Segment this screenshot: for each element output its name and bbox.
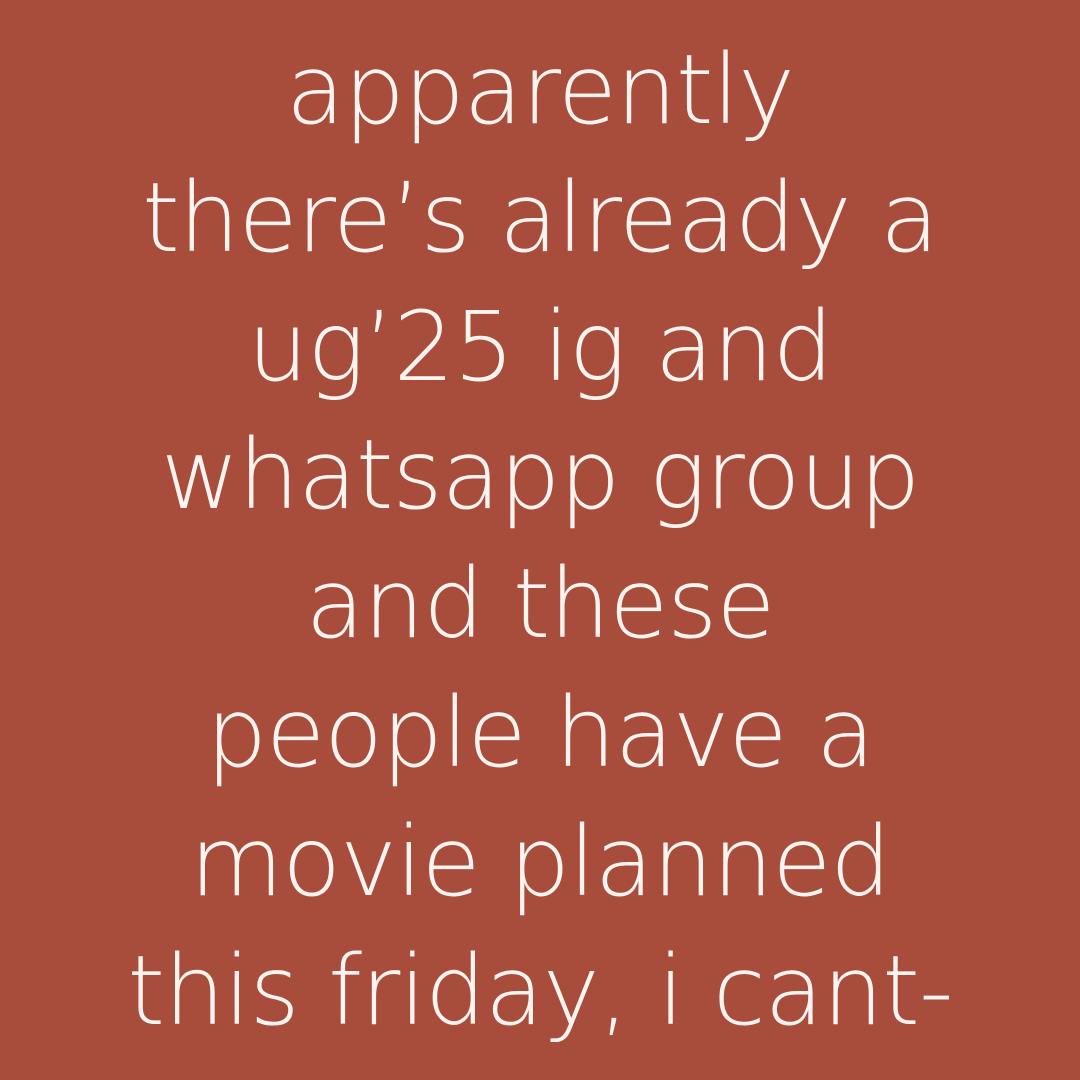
post-text-line: apparently <box>286 34 795 146</box>
text-post: apparently there’s already a ug’25 ig an… <box>0 0 1080 1080</box>
post-text-line: movie planned <box>189 806 891 918</box>
post-text-line: and these <box>305 548 776 660</box>
post-text-line: whatsapp group <box>160 419 921 531</box>
post-text-line: there’s already a <box>142 162 939 274</box>
post-text-line: this friday, i cant- <box>127 935 953 1047</box>
post-text-line: ug’25 ig and <box>247 291 833 403</box>
post-text-line: people have a <box>206 677 875 789</box>
